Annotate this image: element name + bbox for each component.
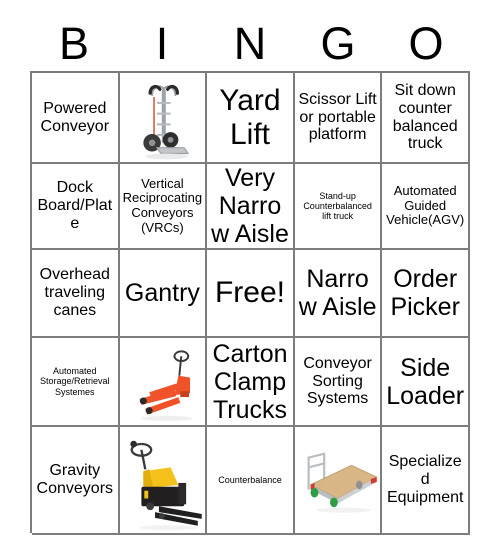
cell-conveyor-sorting-systems[interactable]: Conveyor Sorting Systems (294, 338, 383, 427)
cell-carton-clamp-trucks[interactable]: Carton Clamp Trucks (207, 338, 295, 427)
cell-sit-down-counter-balanced-truck[interactable]: Sit down counter balanced truck (382, 73, 470, 164)
cell-label: Carton Clamp Trucks (212, 339, 288, 424)
header-letter-n: N (233, 18, 267, 69)
cell-label: Specialized Equipment (386, 453, 464, 506)
cell-narrow-aisle[interactable]: Narrow Aisle (294, 250, 383, 338)
cell-vertical-reciprocating-conveyors[interactable]: Vertical Reciprocating Conveyors (VRCs) (119, 164, 208, 250)
cell-counterbalance[interactable]: Counterbalance (207, 427, 295, 535)
cell-automated-guided-vehicle[interactable]: Automated Guided Vehicle(AGV) (382, 164, 470, 250)
electric-pallet-truck-icon (119, 427, 206, 533)
cell-label: Gantry (124, 279, 200, 307)
bingo-card: B I N G O Powered Conveyor Yard Lift Sci… (0, 0, 500, 544)
cell-automated-storage-retrieval-systemes[interactable]: Automated Storage/Retrieval Systemes (32, 338, 120, 427)
platform-cart-icon (294, 427, 381, 533)
cell-label: Very Narrow Aisle (211, 164, 289, 248)
cell-label: Conveyor Sorting Systems (303, 354, 372, 408)
cell-label: Powered Conveyor (40, 99, 110, 135)
cell-very-narrow-aisle[interactable]: Very Narrow Aisle (207, 164, 295, 250)
cell-electric-pallet-truck[interactable] (119, 427, 208, 535)
cell-label: Automated Storage/Retrieval Systemes (40, 366, 110, 397)
pallet-jack-icon (119, 338, 206, 425)
cell-free-space[interactable]: Free! (207, 250, 295, 338)
cell-scissor-lift[interactable]: Scissor Lift or portable platform (294, 73, 383, 164)
header-letter-b: B (58, 18, 89, 69)
cell-specialized-equipment[interactable]: Specialized Equipment (382, 427, 470, 535)
cell-hand-truck[interactable] (119, 73, 208, 164)
cell-label: Gravity Conveyors (36, 462, 114, 497)
cell-dock-board-plate[interactable]: Dock Board/Plate (32, 164, 120, 250)
cell-platform-cart[interactable] (294, 427, 383, 535)
cell-label: Yard Lift (219, 83, 281, 151)
cell-label: Automated Guided Vehicle(AGV) (386, 183, 465, 228)
cell-yard-lift[interactable]: Yard Lift (207, 73, 295, 164)
cell-powered-conveyor[interactable]: Powered Conveyor (32, 73, 120, 164)
header-letter-g: G (320, 18, 356, 69)
cell-label: Stand-up Counterbalanced lift truck (303, 190, 372, 222)
header-letter-i: I (155, 18, 169, 69)
hand-truck-icon (119, 73, 206, 162)
header-letter-o: O (408, 18, 444, 69)
cell-label: Vertical Reciprocating Conveyors (VRCs) (122, 175, 203, 235)
cell-label: Side Loader (386, 353, 465, 410)
cell-order-picker[interactable]: Order Picker (382, 250, 470, 338)
cell-label: Free! (214, 276, 285, 310)
cell-side-loader[interactable]: Side Loader (382, 338, 470, 427)
cell-label: Scissor Lift or portable platform (298, 90, 377, 144)
cell-label: Narrow Aisle (298, 265, 377, 321)
cell-label: Sit down counter balanced truck (392, 81, 458, 153)
cell-gravity-conveyors[interactable]: Gravity Conveyors (32, 427, 120, 535)
cell-stand-up-counterbalanced-lift-truck[interactable]: Stand-up Counterbalanced lift truck (294, 164, 383, 250)
bingo-header: B I N G O (30, 16, 470, 71)
cell-label: Counterbalance (218, 474, 282, 485)
cell-label: Overhead traveling canes (39, 266, 110, 319)
cell-overhead-traveling-canes[interactable]: Overhead traveling canes (32, 250, 120, 338)
cell-gantry[interactable]: Gantry (119, 250, 208, 338)
bingo-grid: Powered Conveyor Yard Lift Scissor Lift … (30, 71, 470, 535)
cell-pallet-jack[interactable] (119, 338, 208, 427)
cell-label: Order Picker (390, 265, 460, 321)
cell-label: Dock Board/Plate (37, 179, 113, 232)
